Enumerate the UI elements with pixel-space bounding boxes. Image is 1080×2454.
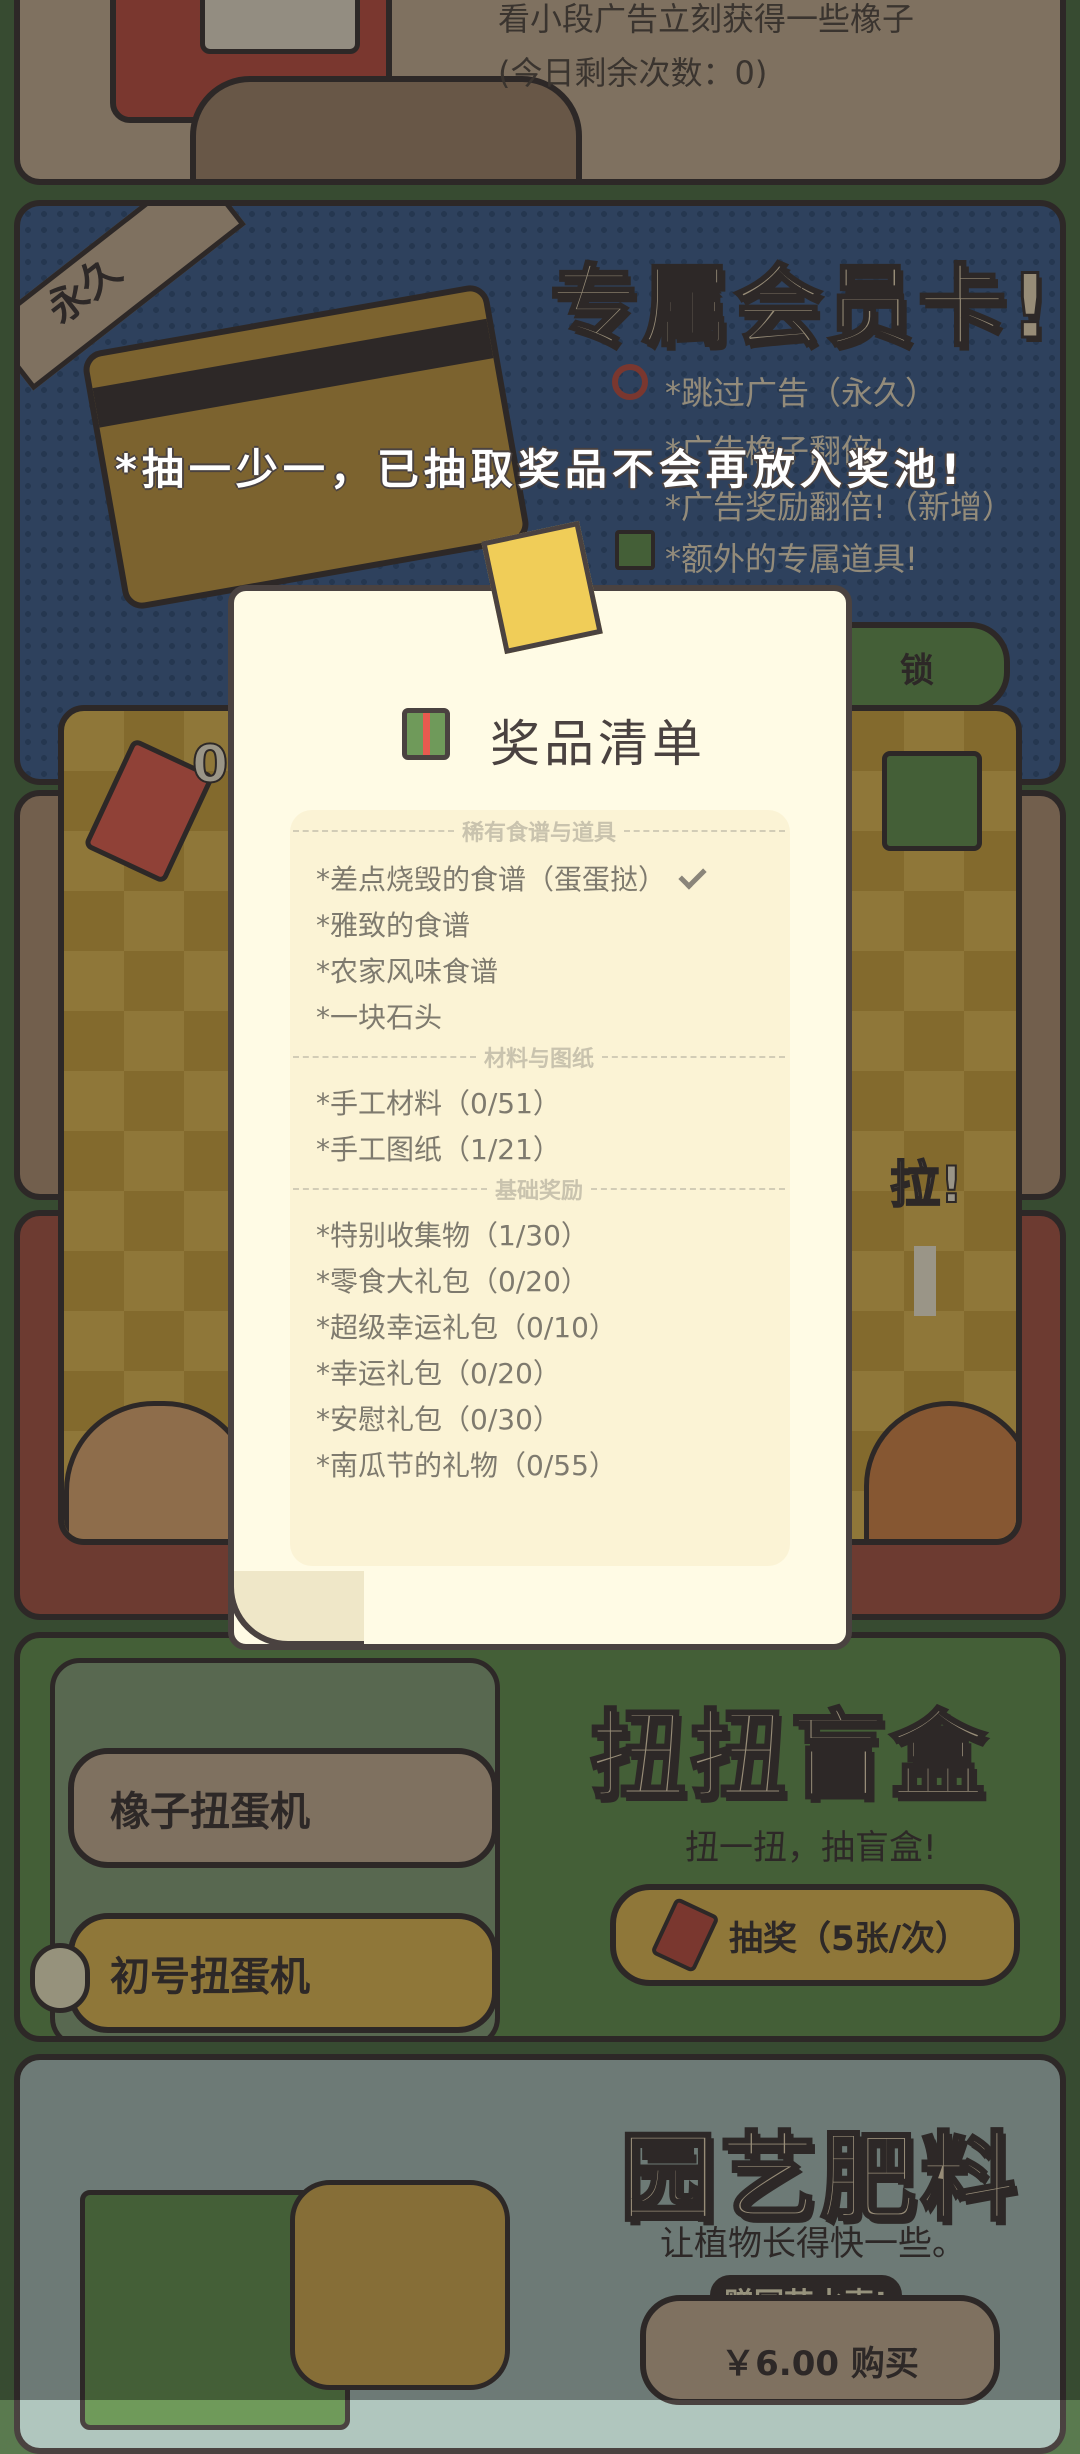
section-header-rare: 稀有食谱与道具 — [293, 814, 786, 848]
list-item: *农家风味食谱 — [316, 955, 499, 988]
list-item: *南瓜节的礼物（0/55） — [316, 1449, 617, 1482]
gift-box-icon — [402, 708, 450, 760]
list-item: *一块石头 — [316, 1001, 443, 1034]
list-item: *手工图纸（1/21） — [316, 1133, 561, 1166]
list-item: *零食大礼包（0/20） — [316, 1265, 589, 1298]
section-header-basic: 基础奖励 — [293, 1172, 786, 1206]
list-item: *手工材料（0/51） — [316, 1087, 561, 1120]
list-item: *雅致的食谱 — [316, 909, 471, 942]
prize-list-title: 奖品清单 — [490, 715, 706, 773]
list-item: *特别收集物（1/30） — [316, 1219, 589, 1252]
draw-notice: *抽一少一，已抽取奖品不会再放入奖池! — [114, 445, 966, 494]
list-item: *超级幸运礼包（0/10） — [316, 1311, 617, 1344]
list-item: *差点烧毁的食谱（蛋蛋挞） — [316, 858, 707, 898]
list-item: *幸运礼包（0/20） — [316, 1357, 561, 1390]
section-header-materials: 材料与图纸 — [293, 1040, 786, 1074]
list-item: *安慰礼包（0/30） — [316, 1403, 561, 1436]
check-icon — [678, 861, 707, 890]
paper-curl — [228, 1571, 364, 1647]
